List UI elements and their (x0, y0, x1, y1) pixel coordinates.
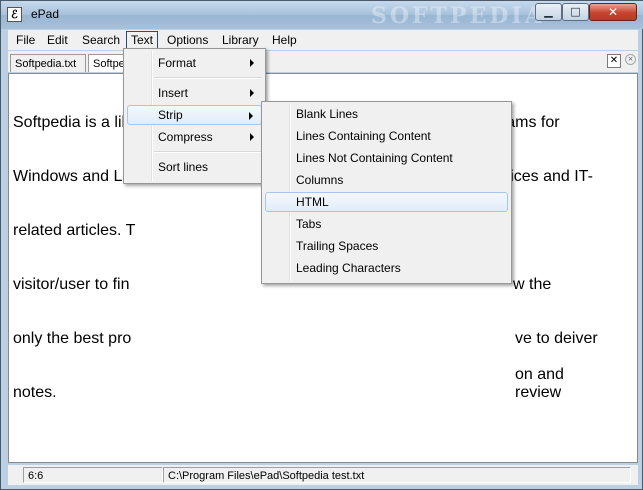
minimize-icon: ▁ (544, 5, 553, 18)
watermark: SOFTPEDIA (371, 3, 545, 29)
editor-line: visitor/user to fin (13, 276, 130, 293)
menu-item-label: Leading Characters (296, 261, 401, 275)
text-menu: Format Insert Strip Compress Sort lines (123, 48, 266, 184)
menu-item-label: Compress (158, 130, 213, 144)
menu-item-label: Sort lines (158, 160, 209, 174)
menu-text[interactable]: Text (126, 31, 159, 49)
menu-options[interactable]: Options (163, 32, 212, 48)
menu-file[interactable]: File (12, 32, 39, 48)
close-icon: ✕ (607, 5, 619, 19)
menu-search[interactable]: Search (78, 32, 124, 48)
submenu-arrow-icon (250, 89, 254, 97)
strip-item-blank-lines[interactable]: Blank Lines (265, 104, 508, 124)
menu-item-compress[interactable]: Compress (127, 127, 262, 147)
menu-edit[interactable]: Edit (43, 32, 72, 48)
status-bar: 6:6 C:\Program Files\ePad\Softpedia test… (8, 465, 638, 485)
close-button[interactable]: ✕ (589, 3, 637, 21)
tab-strip: Softpedia.txt Softpe ✕ × (8, 51, 638, 72)
window-title: ePad (31, 7, 60, 21)
editor-line: only the best pro (13, 330, 132, 347)
editor-line: Windows and Li (13, 168, 126, 185)
menu-item-label: Trailing Spaces (296, 239, 379, 253)
menu-library[interactable]: Library (218, 32, 263, 48)
menu-item-label: Strip (158, 108, 183, 122)
close-all-icon[interactable]: × (625, 54, 636, 65)
editor-line: notes. (13, 384, 57, 401)
menu-separator (154, 151, 262, 153)
menu-item-label: Format (158, 56, 197, 70)
submenu-arrow-icon (249, 112, 253, 120)
minimize-button[interactable]: ▁ (535, 3, 562, 21)
menu-item-insert[interactable]: Insert (127, 83, 262, 103)
maximize-icon: □ (570, 5, 581, 18)
menu-item-label: Tabs (296, 217, 322, 231)
editor-line-tail: ve to deiver (515, 330, 598, 347)
maximize-button[interactable]: □ (562, 3, 589, 21)
menu-item-sort-lines[interactable]: Sort lines (127, 157, 262, 177)
editor-line-tail: on and review (515, 366, 569, 401)
submenu-arrow-icon (250, 133, 254, 141)
menu-item-label: Columns (296, 173, 344, 187)
strip-submenu: Blank Lines Lines Containing Content Lin… (261, 101, 512, 284)
strip-item-leading-characters[interactable]: Leading Characters (265, 258, 508, 278)
title-bar[interactable]: ℰ ePad SOFTPEDIA ▁ □ ✕ (1, 1, 643, 29)
menu-item-label: Blank Lines (296, 107, 359, 121)
strip-item-tabs[interactable]: Tabs (265, 214, 508, 234)
menu-item-label: Insert (158, 86, 189, 100)
menu-help[interactable]: Help (268, 32, 301, 48)
menu-item-label: Lines Not Containing Content (296, 151, 453, 165)
submenu-arrow-icon (250, 59, 254, 67)
strip-item-columns[interactable]: Columns (265, 170, 508, 190)
app-icon[interactable]: ℰ (7, 7, 22, 22)
editor-line: related articles. T (13, 222, 136, 239)
cursor-position: 6:6 (23, 467, 163, 483)
menu-item-format[interactable]: Format (127, 53, 262, 73)
tab-softpedia-txt[interactable]: Softpedia.txt (10, 54, 86, 72)
menu-separator (154, 77, 262, 79)
strip-item-lines-containing-content[interactable]: Lines Containing Content (265, 126, 508, 146)
editor-line: Softpedia is a lib (13, 114, 131, 131)
file-path: C:\Program Files\ePad\Softpedia test.txt (163, 467, 631, 483)
strip-item-html[interactable]: HTML (265, 192, 508, 212)
menu-item-strip[interactable]: Strip (127, 105, 262, 125)
close-tab-icon[interactable]: ✕ (607, 54, 621, 68)
editor-line-tail: w the (513, 276, 552, 293)
menu-item-label: Lines Containing Content (296, 129, 431, 143)
strip-item-trailing-spaces[interactable]: Trailing Spaces (265, 236, 508, 256)
strip-item-lines-not-containing-content[interactable]: Lines Not Containing Content (265, 148, 508, 168)
menu-bar: File Edit Search Text Options Library He… (8, 30, 638, 50)
menu-item-label: HTML (296, 195, 329, 209)
